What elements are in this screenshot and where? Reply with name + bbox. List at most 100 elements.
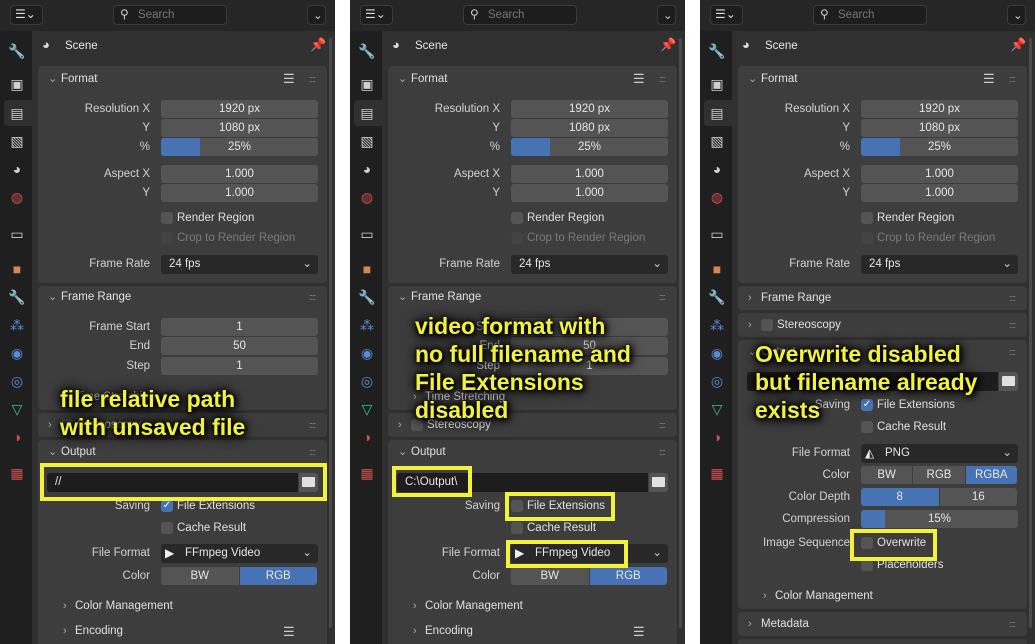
chevron-right-icon[interactable]: ›: [748, 315, 752, 335]
cache-result-checkbox[interactable]: [511, 522, 523, 534]
chevron-right-icon[interactable]: ›: [748, 614, 752, 634]
search-input[interactable]: ⚲ Search: [113, 5, 227, 25]
collection-icon[interactable]: ▭: [358, 225, 376, 243]
color-depth-option[interactable]: 16: [939, 488, 1017, 506]
number-field[interactable]: 1: [161, 357, 318, 375]
chevron-right-icon[interactable]: ›: [398, 415, 402, 435]
search-input[interactable]: ⚲ Search: [463, 5, 577, 25]
drag-grip-icon[interactable]: ::::: [1009, 317, 1016, 333]
chevron-right-icon[interactable]: ›: [63, 622, 67, 641]
panel-header-title[interactable]: Frame Range: [61, 287, 131, 307]
editor-type-button[interactable]: ☰⌄: [10, 5, 43, 25]
options-dropdown[interactable]: ⌄: [657, 5, 676, 25]
enable-checkbox[interactable]: [761, 319, 773, 331]
color-option[interactable]: BW: [511, 567, 589, 585]
color-depth-option[interactable]: 8: [861, 488, 939, 506]
color-option[interactable]: RGB: [589, 567, 667, 585]
material-icon[interactable]: ◑: [8, 428, 26, 446]
drag-grip-icon[interactable]: ::::: [659, 71, 666, 87]
panel-header-title[interactable]: Frame Range: [761, 288, 831, 308]
render-icon[interactable]: ▣: [8, 75, 26, 93]
drag-grip-icon[interactable]: ::::: [309, 444, 316, 460]
pin-icon[interactable]: 📌: [660, 37, 676, 53]
scrollbar[interactable]: [679, 38, 682, 628]
options-dropdown[interactable]: ⌄: [307, 5, 326, 25]
editor-type-button[interactable]: ☰⌄: [360, 5, 393, 25]
number-field[interactable]: 25%: [511, 138, 668, 156]
panel-header-title[interactable]: Output: [411, 442, 446, 462]
scrollbar[interactable]: [1029, 38, 1032, 628]
options-dropdown[interactable]: ⌄: [1007, 5, 1026, 25]
chevron-down-icon[interactable]: ⌄: [748, 69, 757, 89]
number-field[interactable]: 15%: [861, 510, 1018, 528]
file-format-select[interactable]: ▶ FFmpeg Video ⌄: [161, 544, 318, 563]
number-field[interactable]: 1.000: [861, 165, 1018, 183]
subpanel-encoding[interactable]: Encoding: [75, 622, 123, 641]
color-option[interactable]: RGB: [913, 466, 965, 484]
render-icon[interactable]: ▣: [708, 75, 726, 93]
chevron-down-icon[interactable]: ⌄: [48, 442, 57, 462]
material-icon[interactable]: ◑: [358, 428, 376, 446]
subpanel-encoding[interactable]: Encoding: [425, 622, 473, 641]
number-field[interactable]: 1: [161, 318, 318, 336]
file-browser-button[interactable]: [649, 473, 668, 492]
data-icon[interactable]: ▽: [358, 400, 376, 418]
number-field[interactable]: 1.000: [161, 184, 318, 202]
modifier-icon[interactable]: 🔧: [358, 288, 376, 306]
drag-grip-icon[interactable]: ::::: [1009, 344, 1016, 360]
panel-header-title[interactable]: Metadata: [761, 614, 809, 634]
render-region-label[interactable]: Render Region: [527, 209, 604, 228]
tool-icon[interactable]: 🔧: [708, 42, 726, 60]
chevron-down-icon[interactable]: ⌄: [48, 287, 57, 307]
cache-result-label[interactable]: Cache Result: [177, 519, 246, 538]
chevron-right-icon[interactable]: ›: [413, 622, 417, 641]
color-option[interactable]: RGB: [239, 567, 317, 585]
cache-result-label[interactable]: Cache Result: [527, 519, 596, 538]
color-option[interactable]: BW: [861, 466, 913, 484]
panel-header-title[interactable]: Output: [61, 442, 96, 462]
drag-grip-icon[interactable]: ::::: [309, 417, 316, 433]
number-field[interactable]: 1.000: [861, 184, 1018, 202]
render-region-checkbox[interactable]: [511, 212, 523, 224]
number-field[interactable]: 50: [161, 337, 318, 355]
panel-header-title[interactable]: Frame Range: [411, 287, 481, 307]
frame-rate-select[interactable]: 24 fps ⌄: [861, 255, 1018, 274]
presets-list-icon[interactable]: ☰: [633, 69, 645, 89]
file-format-select[interactable]: ◭ PNG ⌄: [861, 444, 1018, 463]
presets-list-icon[interactable]: ☰: [283, 69, 295, 89]
panel-header-title[interactable]: Format: [411, 69, 447, 89]
tool-icon[interactable]: 🔧: [358, 42, 376, 60]
chevron-right-icon[interactable]: ›: [748, 288, 752, 308]
subpanel-color_management[interactable]: Color Management: [425, 597, 523, 616]
number-field[interactable]: 1920 px: [511, 100, 668, 118]
chevron-right-icon[interactable]: ›: [63, 597, 67, 616]
presets-list-icon[interactable]: ☰: [283, 622, 295, 641]
collection-icon[interactable]: ▭: [8, 225, 26, 243]
scrollbar[interactable]: [329, 38, 332, 628]
number-field[interactable]: 25%: [861, 138, 1018, 156]
color-option[interactable]: RGBA: [965, 466, 1017, 484]
pin-icon[interactable]: 📌: [1010, 37, 1026, 53]
frame-rate-select[interactable]: 24 fps ⌄: [161, 255, 318, 274]
pin-icon[interactable]: 📌: [310, 37, 326, 53]
number-field[interactable]: 1.000: [161, 165, 318, 183]
modifier-icon[interactable]: 🔧: [8, 288, 26, 306]
number-field[interactable]: 1080 px: [861, 119, 1018, 137]
render-icon[interactable]: ▣: [358, 75, 376, 93]
number-field[interactable]: 1080 px: [511, 119, 668, 137]
tool-icon[interactable]: 🔧: [8, 42, 26, 60]
render-region-label[interactable]: Render Region: [877, 209, 954, 228]
chevron-down-icon[interactable]: ⌄: [398, 287, 407, 307]
chevron-down-icon[interactable]: ⌄: [398, 442, 407, 462]
panel-header-title[interactable]: Format: [761, 69, 797, 89]
panel-header-title[interactable]: Format: [61, 69, 97, 89]
panel-header-title[interactable]: Stereoscopy: [777, 315, 841, 335]
drag-grip-icon[interactable]: ::::: [1009, 71, 1016, 87]
drag-grip-icon[interactable]: ::::: [659, 417, 666, 433]
drag-grip-icon[interactable]: ::::: [1009, 616, 1016, 632]
subpanel-color_management[interactable]: Color Management: [775, 587, 873, 606]
chevron-down-icon[interactable]: ⌄: [398, 69, 407, 89]
render-region-label[interactable]: Render Region: [177, 209, 254, 228]
chevron-right-icon[interactable]: ›: [413, 597, 417, 616]
editor-type-button[interactable]: ☰⌄: [710, 5, 743, 25]
